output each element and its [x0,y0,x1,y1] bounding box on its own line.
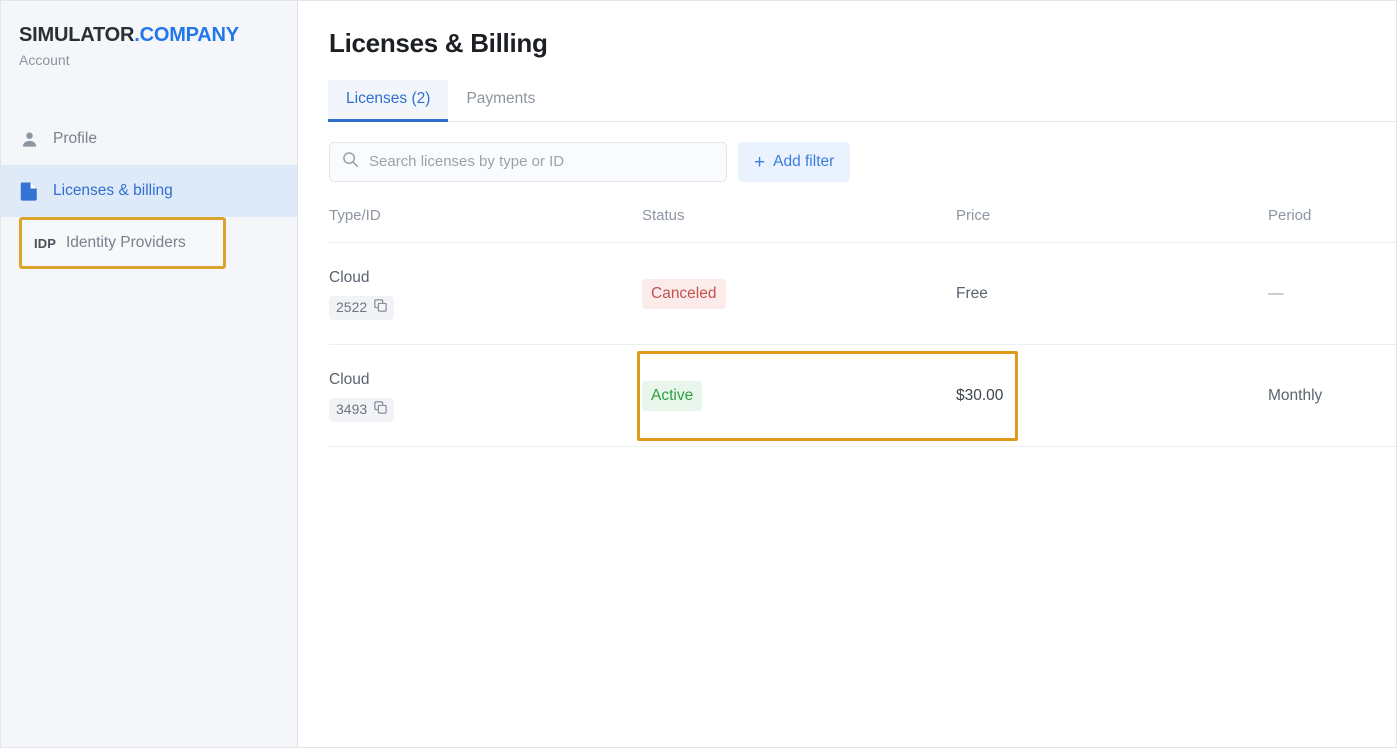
cell-price: Free [956,284,1268,304]
column-header-type-id: Type/ID [329,207,381,224]
add-filter-label: Add filter [773,153,835,170]
brand-block: SIMULATOR.COMPANY Account [1,23,297,69]
license-type: Cloud [329,268,370,286]
cell-period: Monthly [1268,386,1396,406]
cell-period: — [1268,284,1396,303]
tab-label: Licenses (2) [346,90,431,107]
license-type: Cloud [329,370,370,388]
add-filter-button[interactable]: + Add filter [738,142,851,182]
license-id-chip[interactable]: 2522 [329,295,395,320]
sidebar-item-licenses-billing[interactable]: Licenses & billing [1,165,297,217]
licenses-table: Type/ID Status Price Period Cloud 2522 C… [329,206,1396,447]
column-header-status: Status [642,207,685,224]
app-window: SIMULATOR.COMPANY Account Profile Licens… [0,0,1397,748]
table-header-row: Type/ID Status Price Period [329,206,1396,243]
table-row[interactable]: Cloud 3493 Active $30.00 Monthly [329,345,1396,447]
status-badge: Canceled [642,278,726,309]
column-header-period: Period [1268,207,1312,224]
license-id: 2522 [336,299,368,315]
tab-bar: Licenses (2) Payments [328,80,1396,122]
sidebar-item-label: Identity Providers [65,234,186,251]
search-icon [342,151,359,173]
cell-price: $30.00 [956,386,1268,406]
copy-icon[interactable] [374,298,387,317]
price-value: $30.00 [956,386,1004,404]
cell-status: Active [642,380,956,411]
brand-subtitle: Account [19,52,70,68]
tab-label: Payments [466,90,536,107]
page-title: Licenses & Billing [329,28,548,58]
sidebar-item-label: Licenses & billing [53,182,173,199]
copy-icon[interactable] [374,400,387,419]
main-content: Licenses & Billing Licenses (2) Payments [298,1,1396,747]
filters-row: + Add filter [329,142,1396,182]
search-input[interactable] [369,152,714,172]
license-id: 3493 [336,401,368,417]
column-header-price: Price [956,207,991,224]
sidebar-item-label: Profile [53,130,97,147]
period-value: — [1268,284,1284,302]
cell-type-id: Cloud 2522 [329,268,642,320]
idp-tag-icon: IDP [34,235,56,251]
sidebar-item-identity-providers[interactable]: IDP Identity Providers [19,217,226,269]
sidebar: SIMULATOR.COMPANY Account Profile Licens… [1,1,298,747]
cell-status: Canceled [642,278,956,309]
sidebar-item-profile[interactable]: Profile [1,113,297,165]
document-icon [19,181,39,201]
price-value: Free [956,284,988,302]
tab-payments[interactable]: Payments [448,80,553,122]
plus-icon: + [754,151,766,173]
user-icon [19,130,39,149]
brand-logo: SIMULATOR.COMPANY [19,23,279,47]
license-id-chip[interactable]: 3493 [329,397,395,422]
search-box[interactable] [329,142,727,182]
brand-name-main: SIMULATOR [19,24,135,46]
tab-licenses[interactable]: Licenses (2) [328,80,449,122]
cell-type-id: Cloud 3493 [329,370,642,422]
sidebar-nav: Profile Licenses & billing IDP Identity … [1,113,297,269]
period-value: Monthly [1268,386,1323,404]
brand-name-accent: .COMPANY [134,24,239,46]
status-badge: Active [642,380,703,411]
table-row[interactable]: Cloud 2522 Canceled Free — [329,243,1396,345]
